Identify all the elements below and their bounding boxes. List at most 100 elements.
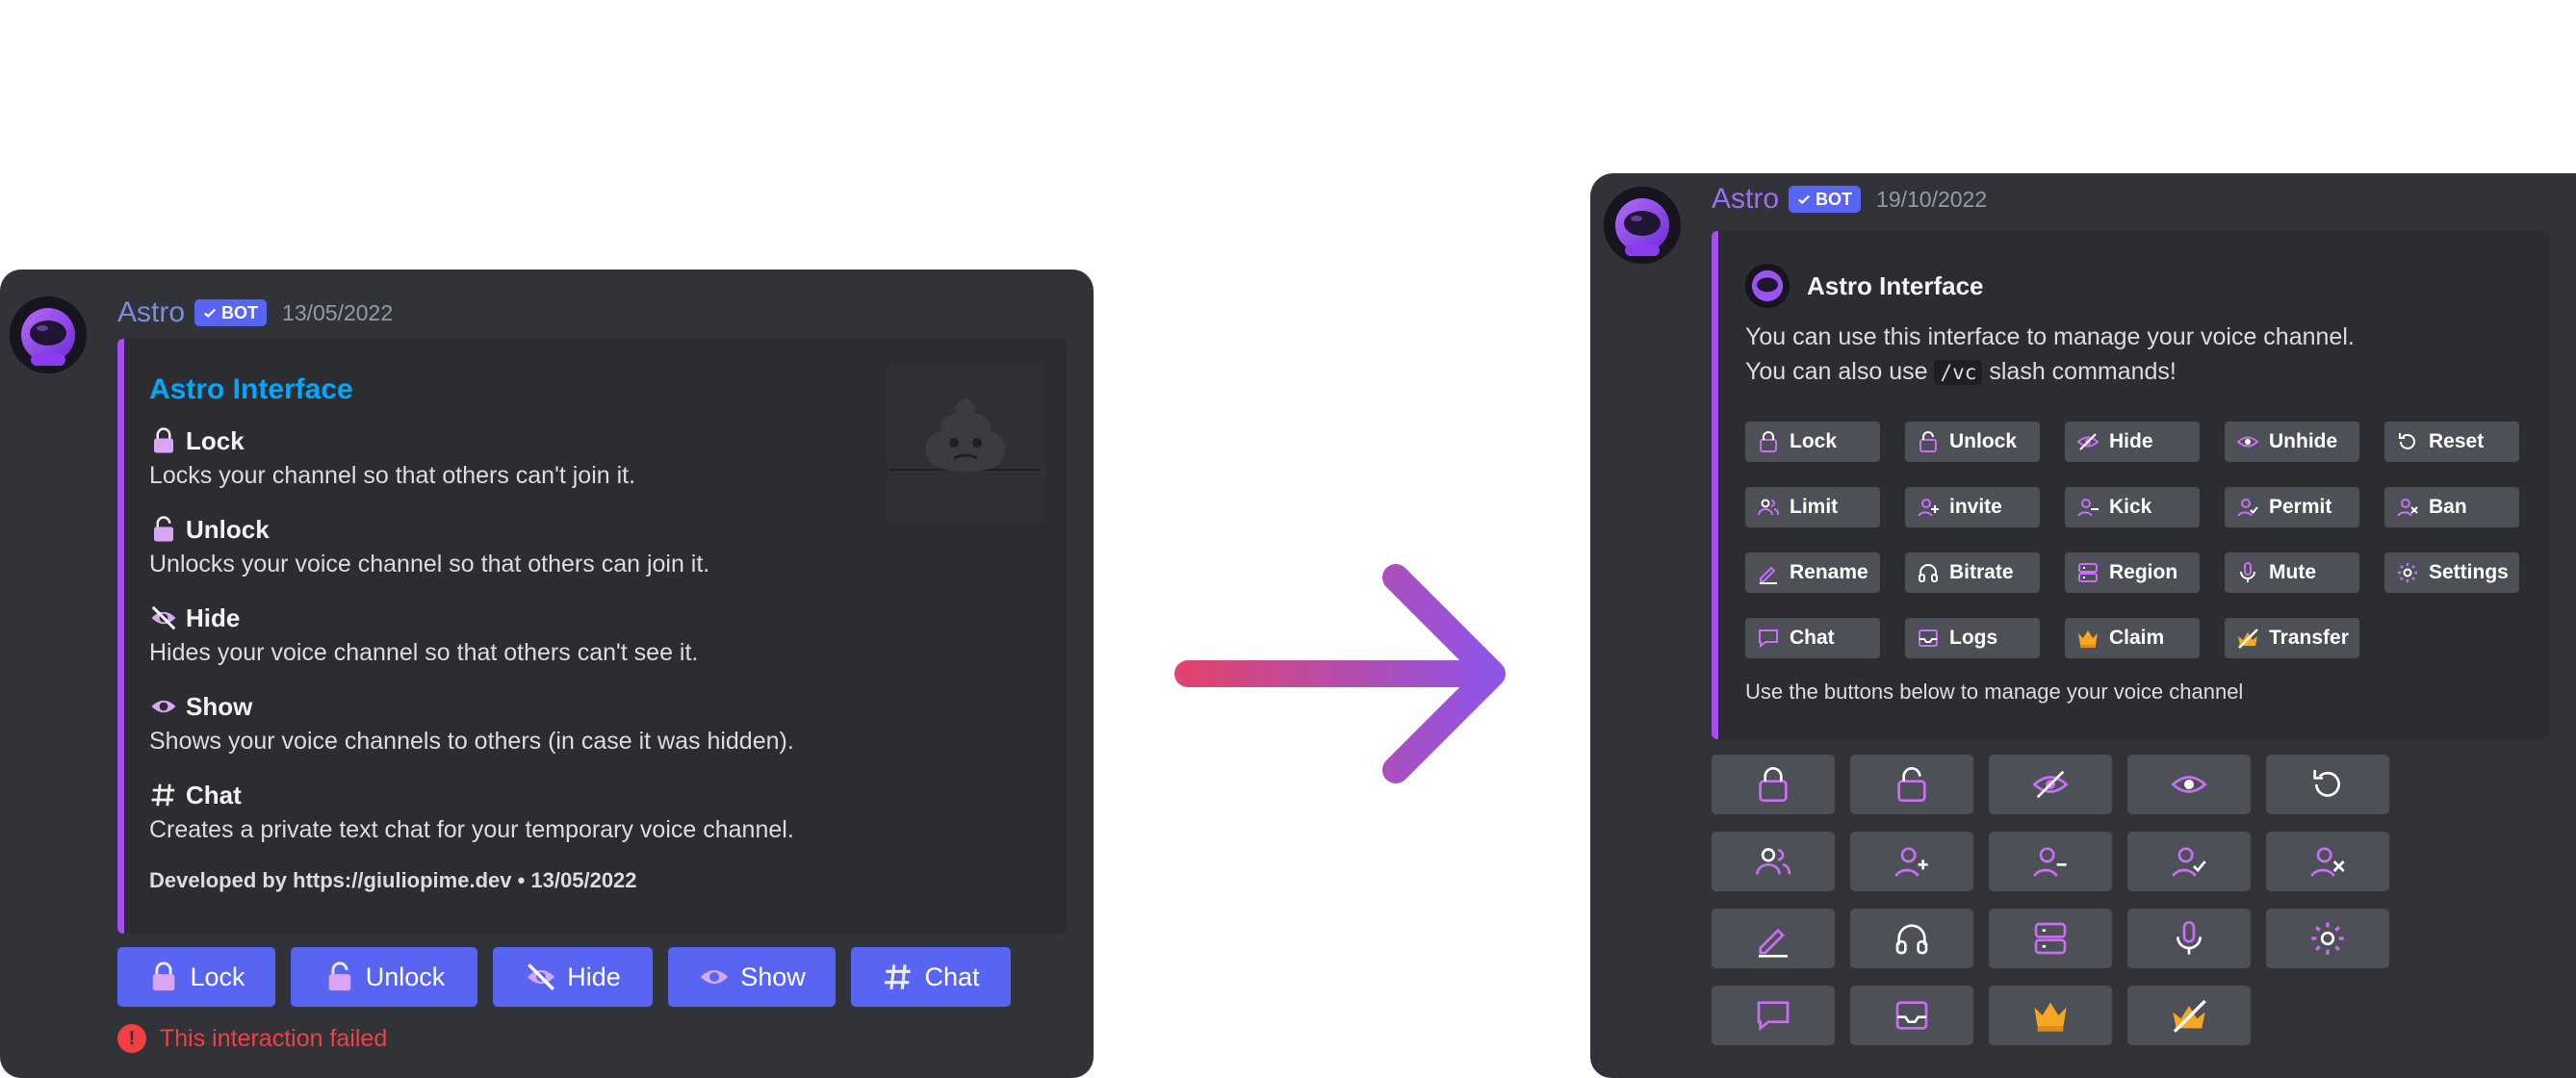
chat-button[interactable]	[1712, 986, 1835, 1045]
chat-button[interactable]: Chat	[851, 947, 1011, 1007]
transfer-icon	[2173, 999, 2206, 1033]
users-icon	[1756, 848, 1791, 875]
field-value-unlock: Unlocks your voice channel so that other…	[149, 551, 710, 578]
username[interactable]: Astro	[117, 296, 185, 329]
username[interactable]: Astro	[1712, 183, 1779, 216]
reset-button[interactable]	[2266, 755, 2389, 814]
unlock-icon	[154, 516, 173, 542]
reset-icon	[2399, 433, 2415, 449]
invite-button[interactable]	[1850, 832, 1973, 891]
user-minus-icon	[2077, 499, 2099, 517]
embed-author: Astro Interface	[1745, 264, 1984, 308]
reset-icon	[2313, 770, 2340, 797]
mic-icon	[2240, 562, 2255, 582]
permit-button[interactable]	[2127, 832, 2251, 891]
chip-label: Lock	[1790, 430, 1838, 452]
show-button[interactable]: Show	[668, 947, 836, 1007]
astronaut-avatar-icon	[10, 296, 87, 373]
embed-thumbnail[interactable]	[887, 364, 1044, 522]
verified-check-icon	[204, 308, 217, 319]
ban-button[interactable]	[2266, 832, 2389, 891]
claim-button[interactable]	[1989, 986, 2112, 1045]
chip-rename: Rename	[1745, 552, 1880, 593]
chip-label: Kick	[2109, 496, 2152, 518]
chip-label: Region	[2109, 561, 2178, 583]
chip-label: Transfer	[2269, 627, 2349, 649]
transfer-icon	[2238, 629, 2258, 649]
chip-mute: Mute	[2225, 552, 2359, 593]
user-plus-icon	[1918, 499, 1939, 517]
hide-button[interactable]	[1989, 755, 2112, 814]
user-x-icon	[2310, 847, 2345, 877]
desc-line2-suffix: slash commands!	[1989, 358, 2177, 385]
eye-off-icon	[151, 605, 176, 630]
embed-description-line1: You can use this interface to manage you…	[1745, 323, 2355, 350]
chip-label: Settings	[2429, 561, 2509, 583]
hide-button[interactable]: Hide	[493, 947, 653, 1007]
chip-claim: Claim	[2065, 618, 2200, 658]
hash-icon	[151, 783, 175, 807]
bitrate-button[interactable]	[1850, 909, 1973, 968]
crown-icon	[2034, 1002, 2067, 1032]
chip-label: Unlock	[1949, 430, 2018, 452]
bot-badge: BOT	[1789, 186, 1862, 213]
chat-icon	[1759, 629, 1778, 649]
chip-reset: Reset	[2384, 422, 2519, 462]
embed-footer: Developed by https://giuliopime.dev • 13…	[149, 868, 637, 892]
error-icon: !	[117, 1024, 146, 1053]
embed-title[interactable]: Astro Interface	[149, 373, 353, 406]
field-value-hide: Hides your voice channel so that others …	[149, 639, 699, 666]
user-check-icon	[2237, 499, 2258, 517]
hash-icon	[885, 964, 912, 989]
limit-button[interactable]	[1712, 832, 1835, 891]
verified-check-icon	[1798, 194, 1811, 205]
pencil-icon	[1760, 566, 1777, 584]
chip-region: Region	[2065, 552, 2200, 593]
eye-off-icon	[528, 963, 555, 990]
embed-field-chat: Chat Creates a private text chat for you…	[149, 778, 794, 844]
server-icon	[2034, 922, 2067, 955]
kick-button[interactable]	[1989, 832, 2112, 891]
chip-invite: invite	[1905, 487, 2040, 527]
lock-icon	[153, 962, 175, 991]
chip-limit: Limit	[1745, 487, 1880, 527]
bot-badge-label: BOT	[221, 302, 259, 322]
lock-button[interactable]	[1712, 755, 1835, 814]
chip-chat: Chat	[1745, 618, 1880, 658]
mic-icon	[2177, 921, 2202, 955]
region-button[interactable]	[1989, 909, 2112, 968]
server-icon	[2078, 563, 2098, 582]
chip-kick: Kick	[2065, 487, 2200, 527]
unlock-button[interactable]	[1850, 755, 1973, 814]
message-header: Astro BOT 13/05/2022	[117, 296, 393, 329]
lock-button-label: Lock	[190, 962, 245, 991]
settings-button[interactable]	[2266, 909, 2389, 968]
bot-avatar[interactable]	[10, 296, 87, 373]
chip-label: Bitrate	[1949, 561, 2014, 583]
inbox-icon	[1895, 1001, 1928, 1030]
chip-label: Rename	[1790, 561, 1868, 583]
unhide-button[interactable]	[2127, 755, 2251, 814]
timestamp: 19/10/2022	[1876, 186, 1988, 212]
chip-label: Logs	[1949, 627, 1998, 649]
chip-label: Permit	[2269, 496, 2332, 518]
logs-button[interactable]	[1850, 986, 1973, 1045]
embed-field-hide: Hide Hides your voice channel so that ot…	[149, 601, 698, 667]
bot-avatar[interactable]	[1604, 187, 1681, 264]
field-value-chat: Creates a private text chat for your tem…	[149, 816, 794, 843]
unlock-button[interactable]: Unlock	[291, 947, 477, 1007]
chip-label: Chat	[1790, 627, 1835, 649]
message-header: Astro BOT 19/10/2022	[1712, 183, 1987, 216]
embed-description: You can use this interface to manage you…	[1745, 320, 2355, 390]
embed-author-avatar	[1745, 264, 1790, 308]
chip-label: Reset	[2429, 430, 2485, 452]
chip-permit: Permit	[2225, 487, 2359, 527]
embed-description-line2: You can also use /vc slash commands!	[1745, 354, 2355, 390]
rename-button[interactable]	[1712, 909, 1835, 968]
lock-button[interactable]: Lock	[117, 947, 275, 1007]
transfer-button[interactable]	[2127, 986, 2251, 1045]
embed: Astro Interface Lock Locks your channel …	[117, 339, 1067, 934]
mute-button[interactable]	[2127, 909, 2251, 968]
lock-icon	[1760, 431, 1777, 452]
unlock-icon	[1919, 431, 1937, 452]
